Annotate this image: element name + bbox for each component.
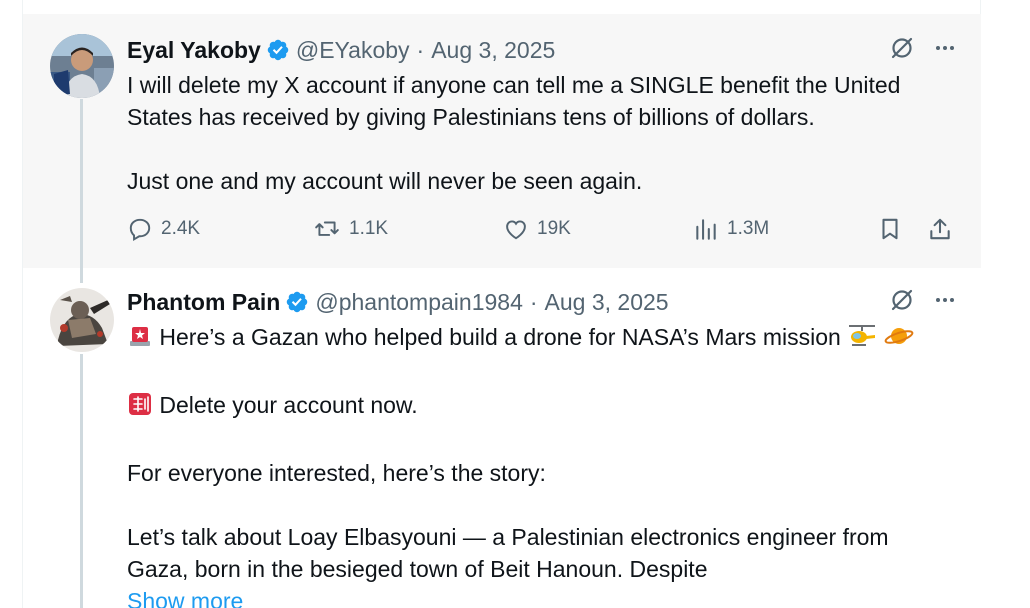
- thread-connector-line: [80, 354, 83, 608]
- tweet-text: I will delete my X account if anyone can…: [127, 69, 951, 197]
- share-icon: [927, 216, 953, 242]
- tweet-phantom-pain[interactable]: Phantom Pain @phantompain1984 · Aug 3, 2…: [23, 268, 981, 608]
- tweet-text-line: Just one and my account will never be se…: [127, 168, 643, 194]
- tweet-text-line: Gaza, born in the besieged town of Beit …: [127, 556, 708, 582]
- bookmark-button[interactable]: [877, 216, 903, 242]
- author-handle[interactable]: @phantompain1984: [315, 289, 523, 316]
- tweet-eyal-yakoby[interactable]: Eyal Yakoby @EYakoby · Aug 3, 2025 I wil…: [23, 14, 981, 268]
- author-name[interactable]: Phantom Pain: [127, 289, 280, 316]
- share-button[interactable]: [927, 216, 953, 242]
- timeline-column: Eyal Yakoby @EYakoby · Aug 3, 2025 I wil…: [22, 0, 981, 608]
- author-handle[interactable]: @EYakoby: [296, 37, 410, 64]
- more-icon[interactable]: [933, 288, 957, 312]
- helicopter-emoji: [847, 323, 877, 357]
- reply-button[interactable]: 2.4K: [127, 216, 200, 242]
- tweet-text-line: States has received by giving Palestinia…: [127, 104, 815, 130]
- tweet-header: Phantom Pain @phantompain1984 · Aug 3, 2…: [127, 287, 957, 317]
- views-icon: [693, 216, 719, 242]
- tweet-text-line: Here’s a Gazan who helped build a drone …: [159, 324, 841, 350]
- tweet-header: Eyal Yakoby @EYakoby · Aug 3, 2025: [127, 35, 957, 65]
- views-count: 1.3M: [727, 218, 770, 239]
- reply-icon: [127, 216, 153, 242]
- author-name[interactable]: Eyal Yakoby: [127, 37, 261, 64]
- views-button[interactable]: 1.3M: [693, 216, 769, 242]
- like-button[interactable]: 19K: [503, 216, 571, 242]
- like-icon: [503, 216, 529, 242]
- tweet-text-line: I will delete my X account if anyone can…: [127, 72, 901, 98]
- planet-emoji: [884, 323, 914, 357]
- tweet-text-line: Here’s a Gazan who helped build a drone …: [127, 321, 951, 357]
- tweet-date[interactable]: Aug 3, 2025: [545, 289, 669, 316]
- reply-count: 2.4K: [161, 218, 201, 239]
- tweet-actions: 2.4K 1.1K 19K 1.3M: [127, 216, 955, 250]
- bookmark-icon: [877, 216, 903, 242]
- avatar[interactable]: [50, 34, 114, 98]
- grok-icon[interactable]: [889, 287, 915, 313]
- verified-badge-icon: [285, 290, 309, 314]
- thread-connector-line: [80, 99, 83, 268]
- tweet-text-line: For everyone interested, here’s the stor…: [127, 460, 546, 486]
- repost-icon: [313, 216, 341, 242]
- repost-count: 1.1K: [349, 218, 389, 239]
- siren-emoji: [127, 323, 153, 357]
- repost-button[interactable]: 1.1K: [313, 216, 388, 242]
- more-icon[interactable]: [933, 36, 957, 60]
- thread-connector-line: [80, 268, 83, 283]
- separator-dot: ·: [416, 36, 425, 63]
- tweet-text: Here’s a Gazan who helped build a drone …: [127, 321, 951, 608]
- tweet-text-line: Let’s talk about Loay Elbasyouni — a Pal…: [127, 524, 889, 550]
- avatar[interactable]: [50, 288, 114, 352]
- like-count: 19K: [537, 218, 571, 239]
- tweet-text-line: Delete your account now.: [127, 389, 951, 425]
- tweet-date[interactable]: Aug 3, 2025: [431, 37, 555, 64]
- grok-icon[interactable]: [889, 35, 915, 61]
- tweet-text-line: Delete your account now.: [159, 392, 418, 418]
- cjk-discount-emoji: [127, 391, 153, 425]
- verified-badge-icon: [266, 38, 290, 62]
- show-more-link[interactable]: Show more: [127, 585, 951, 608]
- separator-dot: ·: [529, 288, 538, 315]
